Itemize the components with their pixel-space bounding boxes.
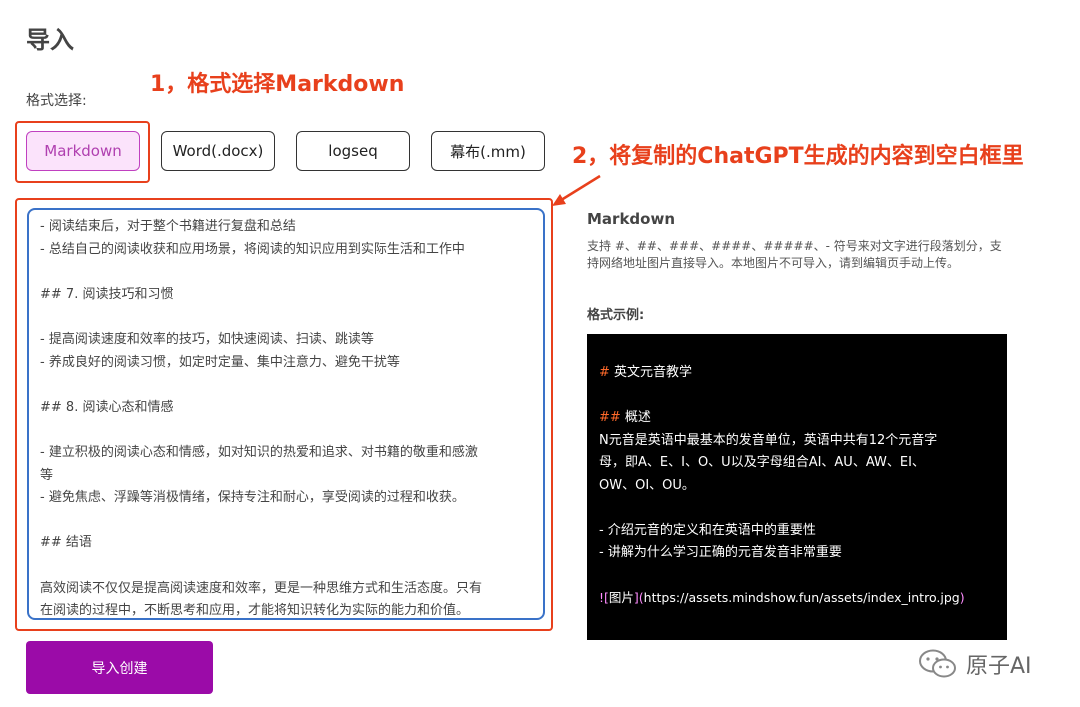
example-paragraph-line: 母，即A、E、I、O、U以及字母组合AI、AU、AW、EI、 xyxy=(599,455,925,470)
editor-line: 在阅读的过程中，不断思考和应用，才能将知识转化为实际的能力和价值。 xyxy=(40,603,470,619)
editor-line: 高效阅读不仅仅是提高阅读速度和效率，更是一种思维方式和生活态度。只有 xyxy=(40,580,483,596)
annotation-arrow xyxy=(552,174,601,206)
editor-line: - 阅读结束后，对于整个书籍进行复盘和总结 xyxy=(40,219,296,234)
format-option-mubu[interactable]: 幕布(.mm) xyxy=(431,131,545,171)
watermark: 原子AI xyxy=(918,648,1032,680)
example-paragraph-line: N元音是英语中最基本的发音单位，英语中共有12个元音字 xyxy=(599,432,938,448)
format-label: 格式选择: xyxy=(26,93,87,109)
example-bullet: - 讲解为什么学习正确的元音发音非常重要 xyxy=(599,545,842,560)
format-option-word[interactable]: Word(.docx) xyxy=(161,131,275,171)
annotation-step1: 1，格式选择Markdown xyxy=(150,72,405,97)
editor-line: - 避免焦虑、浮躁等消极情绪，保持专注和耐心，享受阅读的过程和收获。 xyxy=(40,490,465,506)
editor-line: ## 结语 xyxy=(40,535,92,551)
format-option-logseq[interactable]: logseq xyxy=(296,131,410,171)
editor-line: - 建立积极的阅读心态和情感，如对知识的热爱和追求、对书籍的敬重和感激 xyxy=(40,444,478,460)
import-create-button[interactable]: 导入创建 xyxy=(26,641,213,694)
example-bullet: - 介绍元音的定义和在英语中的重要性 xyxy=(599,522,816,538)
editor-line: - 养成良好的阅读习惯，如定时定量、集中注意力、避免干扰等 xyxy=(40,354,400,370)
editor-line: ## 7. 阅读技巧和习惯 xyxy=(40,286,174,302)
help-title: Markdown xyxy=(587,210,676,228)
example-heading-1: # 英文元音教学 xyxy=(599,365,693,380)
example-paragraph-line: OW、OI、OU。 xyxy=(599,477,695,493)
content-textarea[interactable]: - 阅读结束后，对于整个书籍进行复盘和总结 - 总结自己的阅读收获和应用场景，将… xyxy=(27,208,545,620)
editor-line: - 总结自己的阅读收获和应用场景，将阅读的知识应用到实际生活和工作中 xyxy=(40,241,465,257)
annotation-step2: 2，将复制的ChatGPT生成的内容到空白框里 xyxy=(572,144,1024,169)
example-heading-2: ## 概述 xyxy=(599,410,651,425)
editor-line: 等 xyxy=(40,467,54,483)
editor-line: ## 8. 阅读心态和情感 xyxy=(40,399,174,415)
format-option-markdown[interactable]: Markdown xyxy=(26,131,140,171)
format-example-box: # 英文元音教学 ## 概述 N元音是英语中最基本的发音单位，英语中共有12个元… xyxy=(587,334,1007,640)
example-image-line: ![图片](https://assets.mindshow.fun/assets… xyxy=(599,590,965,605)
editor-line: - 提高阅读速度和效率的技巧，如快速阅读、扫读、跳读等 xyxy=(40,331,374,347)
example-label: 格式示例: xyxy=(587,308,645,323)
page-title: 导入 xyxy=(26,26,74,54)
wechat-icon xyxy=(919,649,956,678)
watermark-text: 原子AI xyxy=(966,654,1032,679)
help-description: 支持 #、##、###、####、#####、- 符号来对文字进行段落划分，支持… xyxy=(587,239,1002,270)
